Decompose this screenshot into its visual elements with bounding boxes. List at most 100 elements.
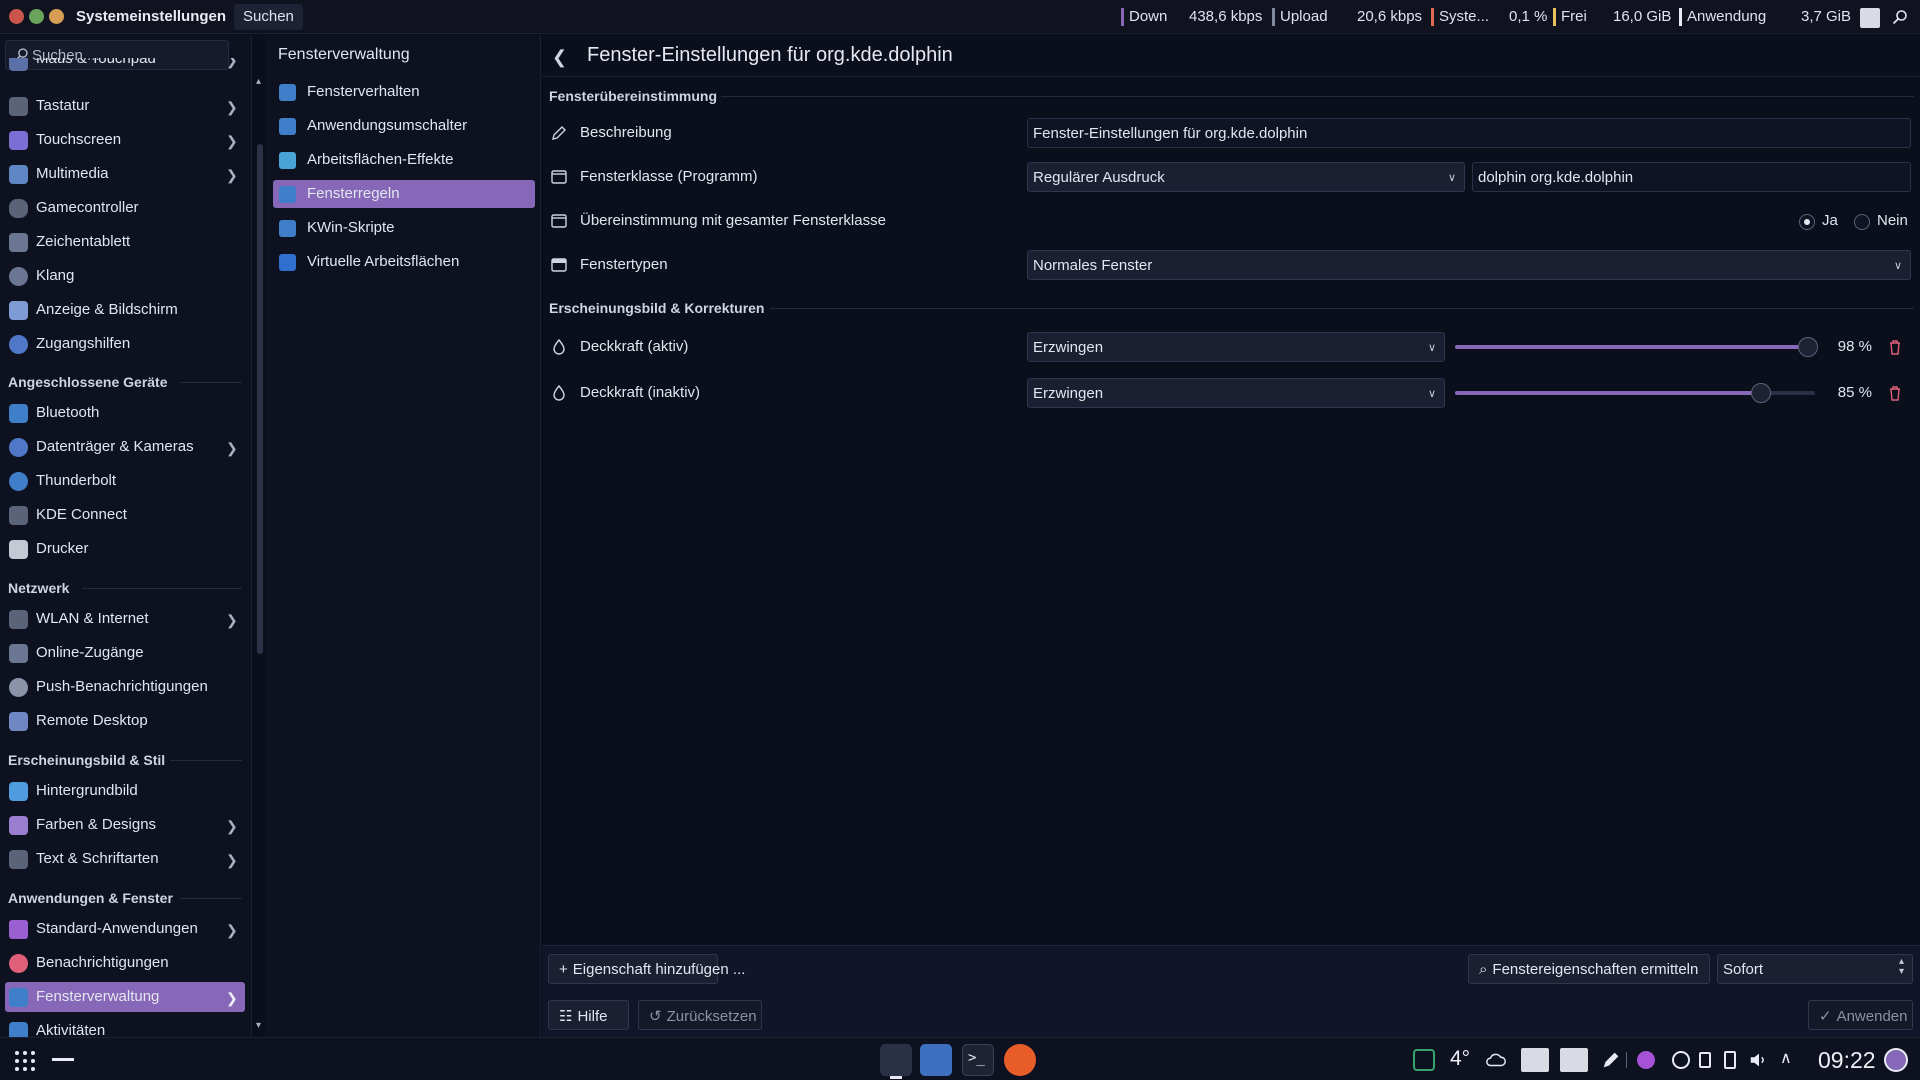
opacity-inactive-slider[interactable] [1455, 383, 1815, 403]
sidebar-item-remote-desktop[interactable]: Remote Desktop [5, 706, 245, 736]
whole-class-no-radio[interactable] [1854, 214, 1870, 230]
help-button[interactable]: ☷ Hilfe [548, 1000, 629, 1030]
sidebar-item-display[interactable]: Anzeige & Bildschirm [5, 295, 245, 325]
sidebar-item-storage-cameras[interactable]: Datenträger & Kameras ❯ [5, 432, 245, 462]
accessibility-icon [9, 335, 28, 354]
section-heading-appearance-fixes: Erscheinungsbild & Korrekturen [549, 300, 765, 316]
subcategory-label: Anwendungsumschalter [307, 117, 468, 134]
slider-handle[interactable] [1797, 337, 1818, 357]
sidebar-item-keyboard[interactable]: Tastatur ❯ [5, 91, 245, 121]
volume-icon[interactable] [1748, 1049, 1770, 1071]
sidebar-item-online-accounts[interactable]: Online-Zugänge [5, 638, 245, 668]
user-session-icon[interactable] [1884, 1048, 1908, 1072]
drive-icon [9, 438, 28, 457]
disk-value: 16,0 GiB [1613, 8, 1672, 25]
apply-button[interactable]: ✓ Anwenden [1808, 1000, 1913, 1030]
terminal-task[interactable]: >_ [962, 1044, 994, 1076]
dolphin-file-manager-task[interactable] [920, 1044, 952, 1076]
detect-properties-button[interactable]: ⌕ Fenstereigenschaften ermitteln [1468, 954, 1710, 984]
sidebar-item-kde-connect[interactable]: KDE Connect [5, 500, 245, 530]
clipboard-icon[interactable] [1699, 1052, 1711, 1068]
description-field[interactable]: Fenster-Einstellungen für org.kde.dolphi… [1027, 118, 1911, 148]
subcategory-virtual-desktops[interactable]: Virtuelle Arbeitsflächen [273, 248, 535, 276]
pen-icon[interactable] [1600, 1049, 1622, 1071]
sidebar-item-text-fonts[interactable]: Text & Schriftarten ❯ [5, 844, 245, 874]
scrollbar-thumb[interactable] [257, 144, 263, 654]
footer: + Eigenschaft hinzufügen ... ⌕ Fenstereige… [542, 945, 1920, 1037]
search-icon[interactable] [1892, 9, 1908, 25]
back-arrow-icon[interactable]: ❮ [552, 47, 570, 67]
scroll-down-icon[interactable]: ▾ [256, 1020, 264, 1031]
subcategory-kwin-scripts[interactable]: KWin-Skripte [273, 214, 535, 242]
system-settings-task[interactable] [880, 1044, 912, 1076]
spin-arrows-icon[interactable]: ▴ ▾ [1899, 957, 1904, 977]
scroll-up-icon[interactable]: ▴ [256, 76, 264, 87]
opacity-active-slider[interactable] [1455, 337, 1818, 357]
app-launcher-icon[interactable] [13, 1049, 37, 1073]
add-property-button[interactable]: + Eigenschaft hinzufügen ... [548, 954, 745, 984]
close-window-button[interactable] [9, 9, 24, 24]
opacity-inactive-policy-combo[interactable]: Erzwingen ∨ [1027, 378, 1445, 408]
window-management-icon [9, 988, 28, 1007]
window-class-field[interactable]: dolphin org.kde.dolphin [1472, 162, 1911, 192]
sidebar-item-label: Anzeige & Bildschirm [36, 301, 178, 318]
pencil-icon [552, 126, 566, 140]
whole-class-yes-radio[interactable] [1799, 214, 1815, 230]
trash-icon[interactable] [1888, 385, 1902, 401]
sidebar-item-bluetooth[interactable]: Bluetooth [5, 398, 245, 428]
color-swatch-icon[interactable] [1860, 8, 1880, 28]
clock[interactable]: 09:22 [1818, 1047, 1876, 1074]
detect-delay-value: Sofort [1723, 961, 1764, 978]
reset-label: Zurücksetzen [666, 1008, 757, 1025]
weather-temperature[interactable]: 4° [1450, 1047, 1470, 1071]
sidebar-item-colors-themes[interactable]: Farben & Designs ❯ [5, 810, 245, 840]
battery-icon[interactable] [1724, 1051, 1736, 1069]
sidebar-item-sound[interactable]: Klang [5, 261, 245, 291]
sidebar-item-push-notifications[interactable]: Push-Benachrichtigungen [5, 672, 245, 702]
window-types-combo[interactable]: Normales Fenster ∨ [1027, 250, 1911, 280]
network-monitor-icon[interactable] [1413, 1049, 1435, 1071]
globe-icon[interactable] [1672, 1051, 1690, 1069]
sidebar-item-multimedia[interactable]: Multimedia ❯ [5, 159, 245, 189]
trash-icon[interactable] [1888, 339, 1902, 355]
whole-class-no-label[interactable]: Nein [1877, 212, 1908, 229]
slider-handle[interactable] [1751, 383, 1771, 403]
sidebar-item-mouse-touchpad[interactable]: Maus & Touchpad ❯ [5, 58, 245, 72]
menu-search[interactable]: Suchen [234, 4, 303, 30]
subcategory-task-switcher[interactable]: Anwendungsumschalter [273, 112, 535, 140]
divider [542, 76, 1920, 77]
sidebar-item-drawing-tablet[interactable]: Zeichentablett [5, 227, 245, 257]
status-circle-icon[interactable] [1637, 1051, 1655, 1069]
sidebar-scrollbar[interactable]: ▴ ▾ [256, 76, 264, 1034]
maximize-window-button[interactable] [29, 9, 44, 24]
subcategory-window-rules[interactable]: Fensterregeln [273, 180, 535, 208]
detect-delay-spinbox[interactable]: Sofort ▴ ▾ [1717, 954, 1913, 984]
clipboard-preview-icon[interactable] [1560, 1048, 1588, 1072]
sidebar-item-window-management[interactable]: Fensterverwaltung ❯ [5, 982, 245, 1012]
sidebar-item-label: Benachrichtigungen [36, 954, 169, 971]
firefox-task[interactable] [1004, 1044, 1036, 1076]
cloud-icon[interactable] [1485, 1049, 1507, 1071]
sidebar-item-wallpaper[interactable]: Hintergrundbild [5, 776, 245, 806]
minimize-window-button[interactable] [49, 9, 64, 24]
sidebar-item-gamecontroller[interactable]: Gamecontroller [5, 193, 245, 223]
cpu-value: 0,1 % [1509, 8, 1548, 25]
show-desktop-icon[interactable] [52, 1058, 74, 1061]
whole-class-yes-label[interactable]: Ja [1822, 212, 1838, 229]
chevron-up-icon[interactable]: ∧ [1780, 1048, 1802, 1070]
window-class-match-combo[interactable]: Regulärer Ausdruck ∨ [1027, 162, 1465, 192]
sidebar-item-printers[interactable]: Drucker [5, 534, 245, 564]
sidebar-item-accessibility[interactable]: Zugangshilfen [5, 329, 245, 359]
sidebar-item-wlan-internet[interactable]: WLAN & Internet ❯ [5, 604, 245, 634]
sidebar-item-activities[interactable]: Aktivitäten [5, 1016, 245, 1037]
color-picker-icon[interactable] [1521, 1048, 1549, 1072]
sidebar-item-thunderbolt[interactable]: Thunderbolt [5, 466, 245, 496]
subcategory-window-behavior[interactable]: Fensterverhalten [273, 78, 535, 106]
sidebar-item-notifications[interactable]: Benachrichtigungen [5, 948, 245, 978]
sidebar-item-default-apps[interactable]: Standard-Anwendungen ❯ [5, 914, 245, 944]
opacity-active-policy-combo[interactable]: Erzwingen ∨ [1027, 332, 1445, 362]
reset-button[interactable]: ↺ Zurücksetzen [638, 1000, 762, 1030]
opacity-inactive-policy-value: Erzwingen [1033, 385, 1104, 402]
subcategory-desktop-effects[interactable]: Arbeitsflächen-Effekte [273, 146, 535, 174]
sidebar-item-touchscreen[interactable]: Touchscreen ❯ [5, 125, 245, 155]
